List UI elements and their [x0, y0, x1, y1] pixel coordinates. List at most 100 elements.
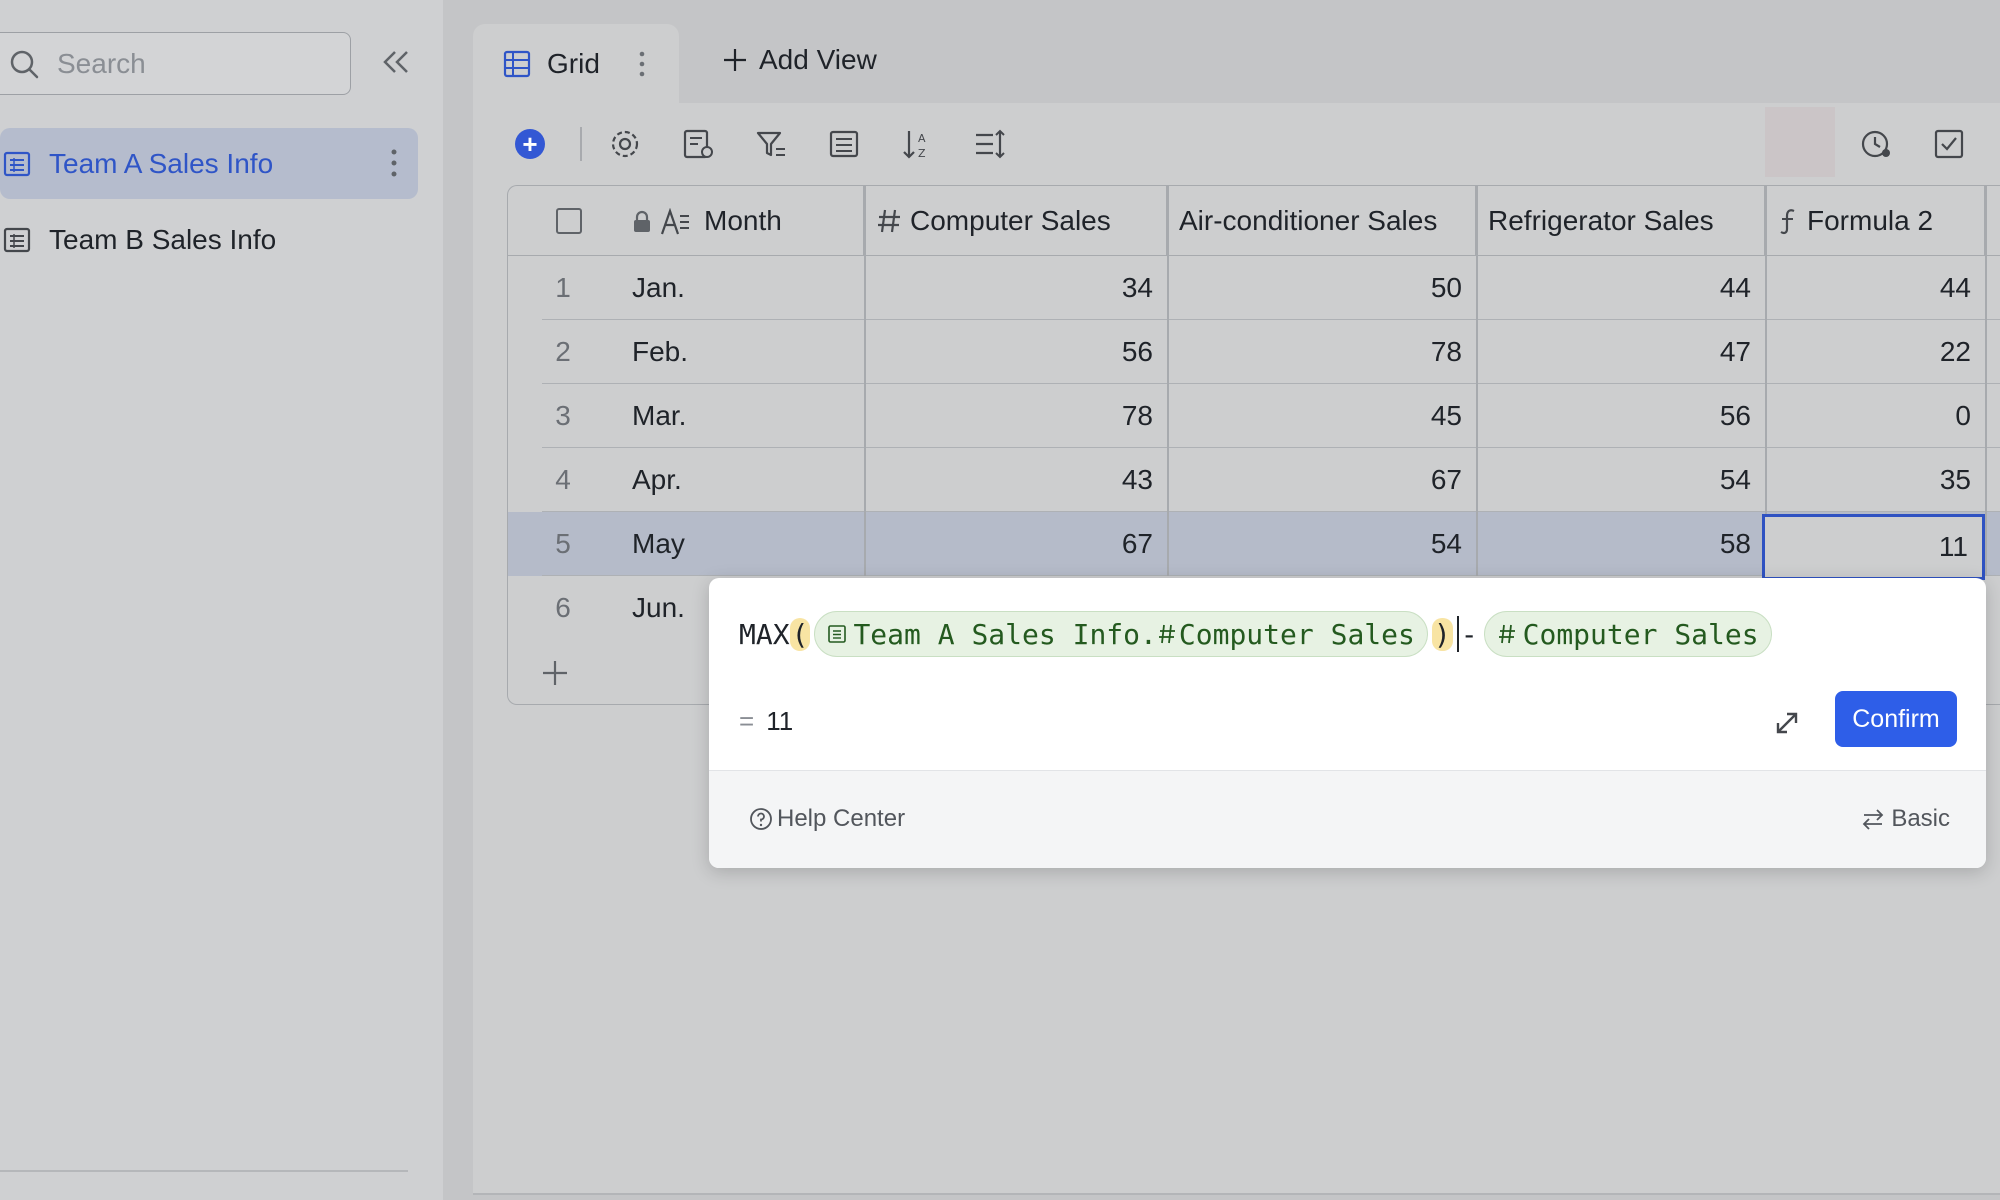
cell-ac-sales[interactable]: 67	[1167, 448, 1476, 512]
row-number: 4	[555, 464, 571, 495]
table-row[interactable]: 3 Mar. 78 45 56 0	[508, 384, 2000, 448]
cell-computer-sales[interactable]: 56	[864, 320, 1167, 384]
header-formula-2[interactable]: Formula 2	[1765, 186, 1985, 256]
add-view-button[interactable]: Add View	[721, 44, 877, 76]
header-label: Air-conditioner Sales	[1179, 205, 1438, 236]
cell-computer-sales[interactable]: 67	[864, 512, 1167, 576]
column-divider	[1985, 186, 1987, 576]
add-view-label: Add View	[759, 44, 877, 75]
switch-icon	[1863, 809, 1884, 830]
plus-icon	[724, 49, 746, 71]
cell-ac-sales[interactable]: 54	[1167, 512, 1476, 576]
sidebar-item-team-b[interactable]: Team B Sales Info	[0, 204, 418, 275]
cell-month[interactable]: Apr.	[632, 448, 864, 512]
table-row[interactable]: 1 Jan. 34 50 44 44	[508, 256, 2000, 320]
cell-month[interactable]: May	[632, 512, 864, 576]
formula-editor-popover: MAX ( Team A Sales Info. Computer Sales …	[709, 578, 1986, 868]
tab-grid-label: Grid	[547, 47, 600, 79]
row-number: 2	[555, 336, 571, 367]
search-icon	[10, 50, 39, 78]
expand-icon[interactable]	[1772, 708, 1802, 738]
number-field-icon	[1158, 624, 1175, 644]
sidebar-item-team-a[interactable]: Team A Sales Info	[0, 128, 418, 199]
settings-icon[interactable]	[608, 127, 642, 161]
cell-formula-2[interactable]: 44	[1765, 256, 1985, 320]
field-reference-chip[interactable]: Team A Sales Info. Computer Sales	[814, 611, 1428, 657]
field-reference-chip[interactable]: Computer Sales	[1483, 611, 1772, 657]
formula-input[interactable]: MAX ( Team A Sales Info. Computer Sales …	[739, 610, 1776, 658]
help-icon	[750, 808, 772, 830]
cell-formula-2[interactable]: 0	[1765, 384, 1985, 448]
row-height-icon[interactable]	[973, 127, 1007, 161]
result-value: 11	[766, 706, 794, 736]
cell-fridge-sales[interactable]: 58	[1476, 512, 1765, 576]
svg-text:Z: Z	[918, 147, 926, 160]
tab-more-icon[interactable]	[638, 50, 646, 78]
mode-switch-button[interactable]: Basic	[1861, 805, 1950, 833]
cell-fridge-sales[interactable]: 44	[1476, 256, 1765, 320]
search-placeholder: Search	[57, 47, 146, 79]
history-icon[interactable]	[1859, 127, 1893, 161]
header-label: Formula 2	[1807, 205, 1934, 236]
header-fridge-sales[interactable]: Refrigerator Sales	[1476, 186, 1765, 256]
cell-computer-sales[interactable]: 78	[864, 384, 1167, 448]
help-center-label: Help Center	[777, 805, 906, 832]
formula-close-paren: )	[1431, 617, 1453, 651]
add-row-icon[interactable]	[538, 656, 572, 690]
formula-function: MAX	[739, 617, 790, 651]
chip-table-name: Team A Sales Info.	[853, 617, 1157, 651]
grid-table-icon	[3, 151, 31, 176]
formula-editor-footer: Help Center Basic	[709, 770, 1986, 868]
confirm-button[interactable]: Confirm	[1835, 691, 1957, 747]
filter-icon[interactable]	[754, 127, 788, 161]
sort-icon[interactable]: AZ	[900, 127, 934, 161]
group-icon[interactable]	[827, 127, 861, 161]
cell-computer-sales[interactable]: 43	[864, 448, 1167, 512]
cell-fridge-sales[interactable]: 56	[1476, 384, 1765, 448]
table-row[interactable]: 4 Apr. 43 67 54 35	[508, 448, 2000, 512]
column-divider	[864, 186, 866, 576]
help-center-link[interactable]: Help Center	[749, 805, 905, 833]
cell-month[interactable]: Mar.	[632, 384, 864, 448]
search-input[interactable]: Search	[0, 32, 351, 95]
sidebar-item-label: Team B Sales Info	[49, 223, 277, 255]
svg-text:A: A	[918, 132, 926, 145]
mode-label: Basic	[1891, 805, 1950, 832]
header-month[interactable]: Month	[704, 205, 782, 237]
cell-formula-2[interactable]: 35	[1765, 448, 1985, 512]
cell-ac-sales[interactable]: 78	[1167, 320, 1476, 384]
row-number: 5	[555, 528, 571, 559]
row-number: 1	[555, 272, 571, 303]
grid-view-icon	[503, 50, 531, 77]
more-options-icon[interactable]	[390, 148, 398, 178]
cell-formula-2[interactable]: 22	[1765, 320, 1985, 384]
header-primary: Month	[508, 186, 864, 256]
result-equals: =	[739, 706, 755, 736]
checklist-icon[interactable]	[1932, 127, 1966, 161]
table-row[interactable]: 2 Feb. 56 78 47 22	[508, 320, 2000, 384]
tab-grid[interactable]: Grid	[473, 24, 679, 103]
cell-ac-sales[interactable]: 50	[1167, 256, 1476, 320]
cell-fridge-sales[interactable]: 47	[1476, 320, 1765, 384]
toolbar: + AZ	[473, 103, 2000, 183]
cell-month[interactable]: Feb.	[632, 320, 864, 384]
header-label: Refrigerator Sales	[1488, 205, 1714, 236]
column-divider	[1167, 186, 1169, 576]
row-number: 3	[555, 400, 571, 431]
header-ac-sales[interactable]: Air-conditioner Sales	[1167, 186, 1476, 256]
lock-icon	[634, 210, 650, 232]
field-settings-icon[interactable]	[681, 127, 715, 161]
active-formula-cell[interactable]: 11	[1762, 514, 1985, 580]
add-record-button[interactable]: +	[515, 129, 545, 159]
chip-field-name: Computer Sales	[1522, 617, 1759, 651]
cell-fridge-sales[interactable]: 54	[1476, 448, 1765, 512]
collapse-sidebar-icon[interactable]	[380, 46, 412, 78]
cell-ac-sales[interactable]: 45	[1167, 384, 1476, 448]
number-field-icon	[1498, 624, 1515, 644]
toolbar-divider	[580, 127, 582, 161]
row-number: 6	[555, 592, 571, 623]
header-computer-sales[interactable]: Computer Sales	[864, 186, 1167, 256]
cell-month[interactable]: Jan.	[632, 256, 864, 320]
cell-computer-sales[interactable]: 34	[864, 256, 1167, 320]
select-all-checkbox[interactable]	[556, 208, 582, 234]
